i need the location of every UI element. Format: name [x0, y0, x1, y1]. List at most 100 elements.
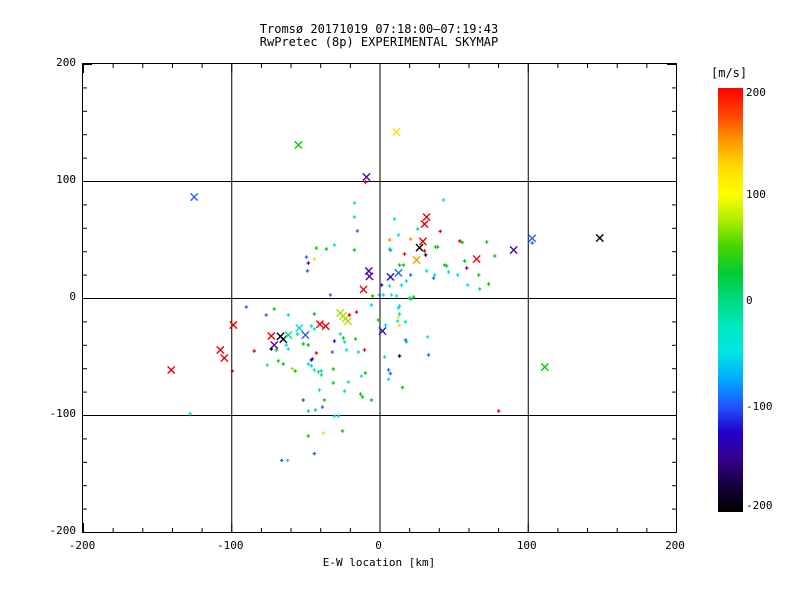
x-tick-label: 0	[375, 539, 382, 552]
data-point-x	[415, 243, 424, 252]
data-point	[462, 259, 467, 263]
y-tick-label: -200	[49, 524, 77, 537]
data-point	[422, 249, 427, 253]
data-point	[272, 307, 277, 311]
data-point-x	[392, 127, 401, 137]
data-point-x	[595, 233, 604, 243]
data-point	[362, 348, 367, 352]
data-point-x	[362, 172, 371, 182]
data-point	[359, 374, 364, 378]
data-point	[401, 263, 406, 267]
data-point	[355, 229, 360, 233]
data-point	[424, 269, 429, 273]
data-point	[404, 279, 409, 283]
data-point-x	[294, 140, 303, 150]
data-point	[484, 240, 489, 244]
data-point-x	[229, 320, 238, 330]
data-point	[433, 245, 438, 249]
data-point	[476, 273, 481, 277]
data-point	[387, 238, 392, 242]
data-point	[397, 323, 402, 327]
data-point	[264, 313, 269, 317]
data-point	[313, 408, 318, 412]
data-point	[446, 270, 451, 274]
data-point-x	[528, 234, 537, 243]
skymap-screen: Tromsø 20171019 07:18:00–07:19:43 RwPret…	[0, 0, 800, 600]
data-point-x	[418, 237, 428, 246]
data-point	[455, 273, 460, 277]
colorbar-tick-label: -200	[746, 499, 773, 512]
data-point	[464, 266, 469, 270]
data-point	[486, 282, 491, 286]
data-point-x	[167, 365, 176, 375]
data-point	[301, 342, 306, 346]
data-point	[285, 458, 290, 463]
data-point	[319, 373, 324, 377]
plot-area	[82, 63, 677, 533]
data-point	[383, 323, 388, 327]
x-axis-title: E-W location [km]	[322, 556, 436, 569]
data-point	[301, 398, 306, 402]
data-point	[377, 293, 382, 297]
data-point	[492, 254, 497, 258]
data-point	[293, 369, 298, 373]
data-point	[342, 340, 347, 344]
data-point	[386, 377, 391, 382]
data-point-x	[220, 353, 229, 363]
plot-title: Tromsø 20171019 07:18:00–07:19:43	[259, 22, 499, 36]
data-point	[431, 276, 436, 280]
data-point	[354, 310, 359, 314]
data-point	[306, 409, 311, 413]
data-point	[389, 293, 394, 297]
data-point	[387, 284, 392, 288]
data-point	[346, 380, 351, 384]
data-point	[279, 458, 284, 463]
data-point	[269, 347, 274, 351]
data-point	[363, 371, 368, 375]
data-point	[363, 180, 368, 184]
data-point	[331, 381, 336, 385]
scatter-svg	[83, 64, 676, 532]
data-point	[530, 241, 534, 245]
data-point-x	[420, 219, 429, 229]
data-point	[425, 335, 430, 339]
data-point-x	[422, 212, 431, 222]
data-point	[314, 246, 319, 250]
data-point	[306, 261, 311, 265]
data-point-x	[359, 285, 368, 294]
data-point	[286, 347, 291, 351]
data-point-x	[301, 330, 310, 340]
data-point	[341, 336, 346, 340]
data-point	[399, 283, 404, 287]
data-point	[309, 364, 314, 368]
colorbar-tick-label: 200	[746, 86, 766, 99]
data-point	[408, 237, 413, 241]
data-point	[312, 312, 317, 316]
data-point	[360, 395, 365, 399]
data-point	[400, 385, 405, 390]
data-point-x	[295, 323, 304, 333]
data-point	[290, 366, 295, 371]
data-point-x	[216, 345, 225, 355]
data-point-x	[394, 268, 403, 278]
data-point	[305, 269, 310, 273]
data-point-x	[412, 255, 421, 265]
data-point	[386, 368, 391, 372]
data-point	[306, 343, 311, 347]
data-point	[358, 392, 363, 396]
data-point	[312, 257, 317, 261]
data-point	[331, 367, 336, 371]
data-point	[330, 350, 335, 354]
colorbar-units-label: [m/s]	[711, 66, 748, 80]
data-point	[304, 255, 309, 259]
data-point	[432, 273, 437, 277]
data-point-x	[321, 322, 330, 331]
data-point	[352, 201, 357, 205]
data-point	[252, 349, 257, 353]
data-point	[394, 294, 399, 298]
data-point	[332, 414, 337, 418]
data-point	[392, 217, 397, 221]
y-tick-label: 0	[69, 290, 76, 303]
data-point	[309, 324, 314, 328]
data-point	[397, 354, 402, 358]
